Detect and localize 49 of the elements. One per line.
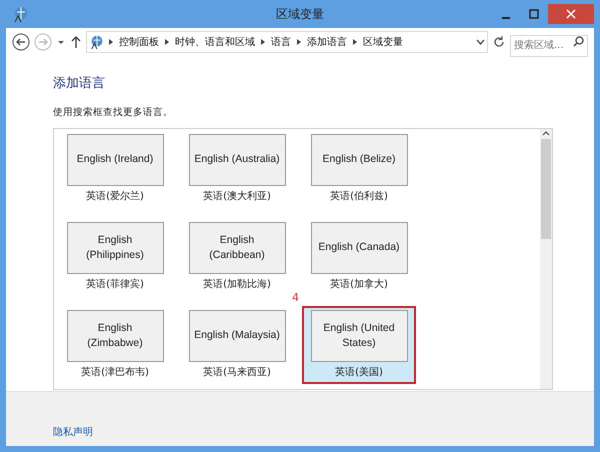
language-native-name: 英语(澳大利亚) xyxy=(203,190,271,204)
language-tile[interactable]: English (Philippines) xyxy=(66,222,164,274)
close-icon xyxy=(566,9,576,19)
globe-icon xyxy=(12,5,30,23)
back-button[interactable] xyxy=(12,33,30,51)
search-icon xyxy=(573,36,584,47)
language-native-name: 英语(爱尔兰) xyxy=(86,190,144,204)
breadcrumb-item[interactable]: 添加语言 xyxy=(305,34,349,50)
language-native-name: 英语(美国) xyxy=(335,366,383,380)
maximize-icon xyxy=(529,9,539,19)
chevron-icon[interactable] xyxy=(108,38,114,46)
dropdown-caret-icon[interactable] xyxy=(476,38,485,46)
refresh-icon xyxy=(492,35,506,49)
language-tile[interactable]: English (Belize) xyxy=(310,134,408,186)
language-tile[interactable]: English (Caribbean) xyxy=(188,222,286,274)
language-native-name: 英语(菲律宾) xyxy=(86,278,144,292)
language-tile[interactable]: English (Malaysia) xyxy=(188,310,286,362)
chevron-icon[interactable] xyxy=(260,38,266,46)
language-native-name: 英语(马来西亚) xyxy=(203,366,271,380)
minimize-icon xyxy=(502,17,510,19)
language-tile[interactable]: English (Canada) xyxy=(310,222,408,274)
address-bar[interactable]: 控制面板 时钟、语言和区域 语言 添加语言 区域变量 xyxy=(86,31,488,53)
chevron-icon[interactable] xyxy=(352,38,358,46)
up-arrow-icon xyxy=(70,35,82,49)
refresh-button[interactable] xyxy=(492,35,506,49)
chevron-icon[interactable] xyxy=(296,38,302,46)
language-tile[interactable]: English (Zimbabwe) xyxy=(66,310,164,362)
breadcrumb-item[interactable]: 时钟、语言和区域 xyxy=(173,34,257,50)
language-native-name: 英语(伯利兹) xyxy=(330,190,388,204)
globe-icon xyxy=(89,34,105,50)
window-title: 区域变量 xyxy=(276,6,324,23)
page-heading: 添加语言 xyxy=(53,75,106,93)
search-field[interactable]: 搜索区域... xyxy=(510,34,588,56)
breadcrumb-item[interactable]: 控制面板 xyxy=(117,34,161,50)
breadcrumb-item[interactable]: 区域变量 xyxy=(361,34,405,50)
privacy-link[interactable]: 隐私声明 xyxy=(53,427,93,438)
language-tile[interactable]: English (Ireland) xyxy=(66,134,164,186)
language-tile[interactable]: English (United States) xyxy=(310,310,408,362)
chevron-icon[interactable] xyxy=(164,38,170,46)
step-number: 4 xyxy=(292,290,299,306)
language-native-name: 英语(加勒比海) xyxy=(203,278,271,292)
hint-text: 使用搜索框查找更多语言。 xyxy=(53,106,174,120)
scrollbar[interactable] xyxy=(540,128,552,389)
up-button[interactable] xyxy=(70,35,82,49)
language-native-name: 英语(津巴布韦) xyxy=(81,366,149,380)
language-native-name: 英语(加拿大) xyxy=(330,278,388,292)
language-tile[interactable]: English (Australia) xyxy=(188,134,286,186)
breadcrumb-item[interactable]: 语言 xyxy=(269,34,293,50)
close-button[interactable] xyxy=(548,4,594,24)
